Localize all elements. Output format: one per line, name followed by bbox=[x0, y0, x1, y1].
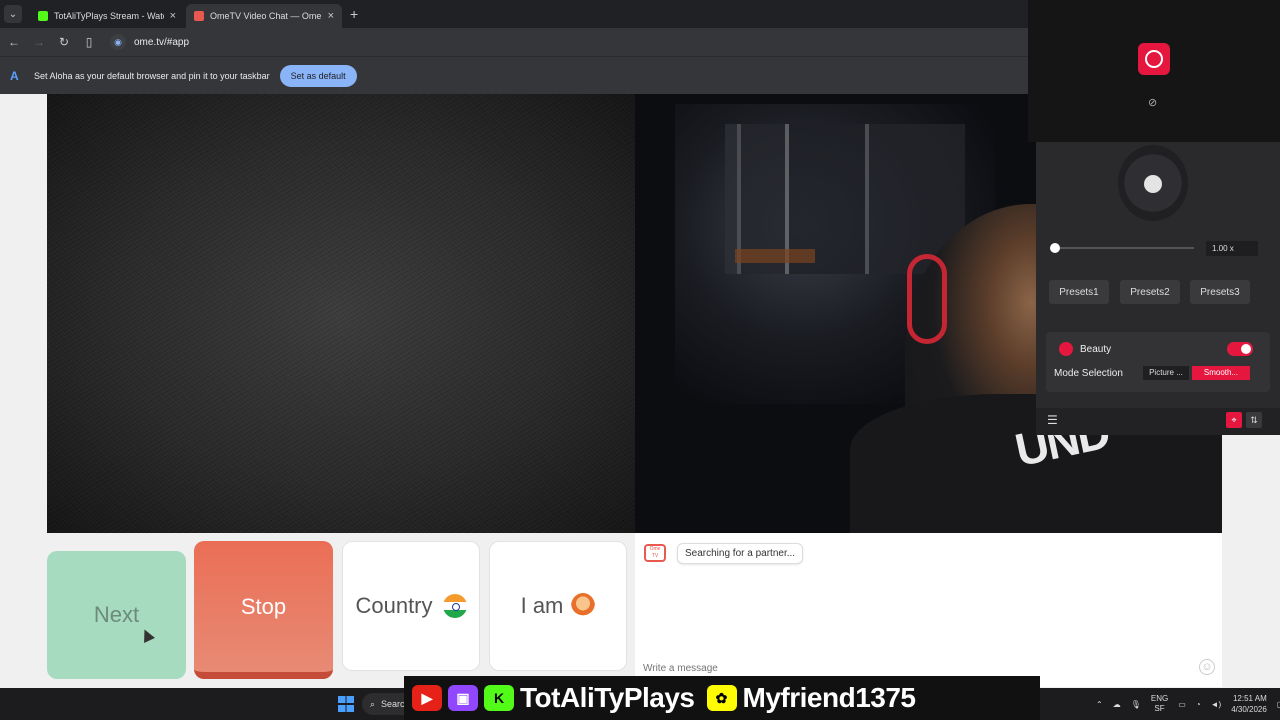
tab-search-button[interactable]: ⌄ bbox=[4, 5, 22, 23]
tab-title: OmeTV Video Chat — Ome bbox=[210, 11, 322, 21]
youtube-icon: ▶ bbox=[412, 685, 442, 711]
emoji-picker-icon[interactable]: ☺ bbox=[1199, 659, 1215, 675]
joystick-knob[interactable] bbox=[1144, 175, 1162, 193]
zoom-value-field[interactable]: 1.00 x bbox=[1206, 241, 1258, 256]
snapchat-icon: ✿ bbox=[706, 685, 737, 711]
message-input[interactable] bbox=[643, 661, 1183, 675]
close-icon[interactable]: × bbox=[328, 10, 334, 22]
stream-overlay-banner: ▶ ▣ K TotAliTyPlays ✿ Myfriend1375 bbox=[404, 676, 1040, 720]
face-detect-icon[interactable]: ⌖ bbox=[1226, 412, 1242, 428]
mode-picture-button[interactable]: Picture ... bbox=[1143, 366, 1189, 380]
tab-strip: ⌄ TotAliTyPlays Stream - Watch Li × OmeT… bbox=[0, 0, 1028, 28]
cloud-icon[interactable]: ☁ bbox=[1113, 700, 1121, 709]
preset-1-dropdown[interactable]: Presets1 bbox=[1049, 280, 1109, 304]
split-view-icon[interactable]: ▯ bbox=[78, 35, 100, 49]
beauty-toggle[interactable] bbox=[1227, 342, 1253, 356]
default-browser-infobar: A Set Aloha as your default browser and … bbox=[0, 56, 1028, 94]
camera-app-panel: ⊘ bbox=[1028, 0, 1280, 142]
language-indicator[interactable]: ENG SF bbox=[1151, 694, 1168, 714]
close-icon[interactable]: × bbox=[170, 10, 176, 22]
set-default-button[interactable]: Set as default bbox=[279, 64, 357, 87]
ometv-icon bbox=[194, 11, 204, 21]
stop-label: Stop bbox=[240, 593, 287, 619]
microphone-icon[interactable]: 🎙 bbox=[1131, 700, 1141, 709]
record-icon bbox=[1145, 50, 1163, 68]
zoom-slider[interactable] bbox=[1050, 243, 1194, 253]
site-info-icon[interactable]: ◉ bbox=[110, 34, 126, 50]
forward-button[interactable]: → bbox=[28, 35, 50, 49]
india-flag-icon bbox=[442, 594, 467, 618]
channel-name: TotAliTyPlays bbox=[520, 682, 695, 713]
partner-video bbox=[47, 94, 635, 533]
effects-toolbar: ☰ ⌖ ⇅ bbox=[1036, 408, 1280, 435]
kick-icon bbox=[38, 11, 48, 21]
url-text[interactable]: ome.tv/#app bbox=[134, 37, 189, 48]
chat-panel: Ome TV Searching for a partner... ☺ bbox=[635, 533, 1222, 687]
stop-button[interactable]: Stop bbox=[194, 541, 333, 679]
ometv-logo-icon: Ome TV bbox=[644, 544, 666, 562]
omnibox[interactable]: ◉ ome.tv/#app bbox=[110, 34, 189, 50]
infobar-message: Set Aloha as your default browser and pi… bbox=[34, 70, 270, 81]
new-tab-button[interactable]: + bbox=[350, 6, 358, 22]
mode-smooth-button[interactable]: Smooth... bbox=[1192, 366, 1250, 380]
woman-emoji-icon bbox=[571, 593, 596, 619]
tab-totality[interactable]: TotAliTyPlays Stream - Watch Li × bbox=[30, 4, 184, 28]
gender-button[interactable]: I am bbox=[489, 541, 627, 671]
country-button[interactable]: Country bbox=[342, 541, 480, 671]
country-label: Country bbox=[355, 593, 433, 618]
clock-date: 4/30/2026 bbox=[1231, 705, 1267, 714]
adjust-icon[interactable]: ⇅ bbox=[1246, 412, 1262, 428]
back-button[interactable]: ← bbox=[3, 35, 25, 49]
start-icon[interactable] bbox=[338, 696, 354, 712]
beauty-label: Beauty bbox=[1080, 344, 1112, 355]
mode-selection-label: Mode Selection bbox=[1054, 368, 1123, 379]
clock[interactable]: 12:51 AM 4/30/2026 bbox=[1231, 693, 1267, 715]
preset-2-dropdown[interactable]: Presets2 bbox=[1120, 280, 1180, 304]
street-light bbox=[735, 249, 815, 263]
hamburger-menu-icon[interactable]: ☰ bbox=[1047, 413, 1058, 427]
video-static bbox=[47, 94, 635, 533]
headset bbox=[907, 254, 947, 344]
region-code: SF bbox=[1154, 704, 1165, 713]
chevron-up-icon[interactable]: ⌃ bbox=[1096, 700, 1103, 709]
address-bar: ← → ↻ ▯ ◉ ome.tv/#app bbox=[0, 28, 1028, 56]
next-button[interactable]: Next bbox=[47, 551, 186, 679]
zoom-slider-handle[interactable] bbox=[1050, 243, 1060, 253]
pan-joystick[interactable] bbox=[1118, 145, 1188, 221]
tab-title: TotAliTyPlays Stream - Watch Li bbox=[54, 11, 164, 21]
iam-label: I am bbox=[520, 593, 564, 618]
volume-icon[interactable]: ◄) bbox=[1211, 700, 1222, 709]
tab-ometv[interactable]: OmeTV Video Chat — Ome × bbox=[186, 4, 342, 28]
search-icon: ⌕ bbox=[370, 698, 376, 709]
preset-3-dropdown[interactable]: Presets3 bbox=[1190, 280, 1250, 304]
effects-panel: 1.00 x Presets1 Presets2 Presets3 Beauty… bbox=[1036, 142, 1280, 435]
beauty-icon bbox=[1059, 342, 1073, 356]
display-icon[interactable]: ▭ bbox=[1178, 700, 1186, 709]
network-icon[interactable]: ◔ bbox=[1196, 700, 1201, 709]
system-tray: ⌃ ☁ 🎙 ENG SF ▭ ◔ ◄) 12:51 AM 4/30/2026 ▢ bbox=[1096, 688, 1280, 720]
clock-time: 12:51 AM bbox=[1232, 694, 1267, 703]
camera-off-icon[interactable]: ⊘ bbox=[1148, 96, 1157, 109]
aloha-logo-icon: A bbox=[10, 68, 19, 83]
snapchat-name: Myfriend1375 bbox=[742, 682, 916, 713]
language-code: ENG bbox=[1150, 694, 1169, 703]
record-button[interactable] bbox=[1138, 43, 1170, 75]
twitch-icon: ▣ bbox=[448, 685, 478, 711]
kick-icon: K bbox=[484, 685, 514, 711]
status-message: Searching for a partner... bbox=[677, 543, 804, 564]
next-label: Next bbox=[93, 602, 140, 627]
reload-button[interactable]: ↻ bbox=[53, 35, 75, 49]
beauty-card: Beauty Mode Selection Picture ... Smooth… bbox=[1046, 332, 1270, 392]
